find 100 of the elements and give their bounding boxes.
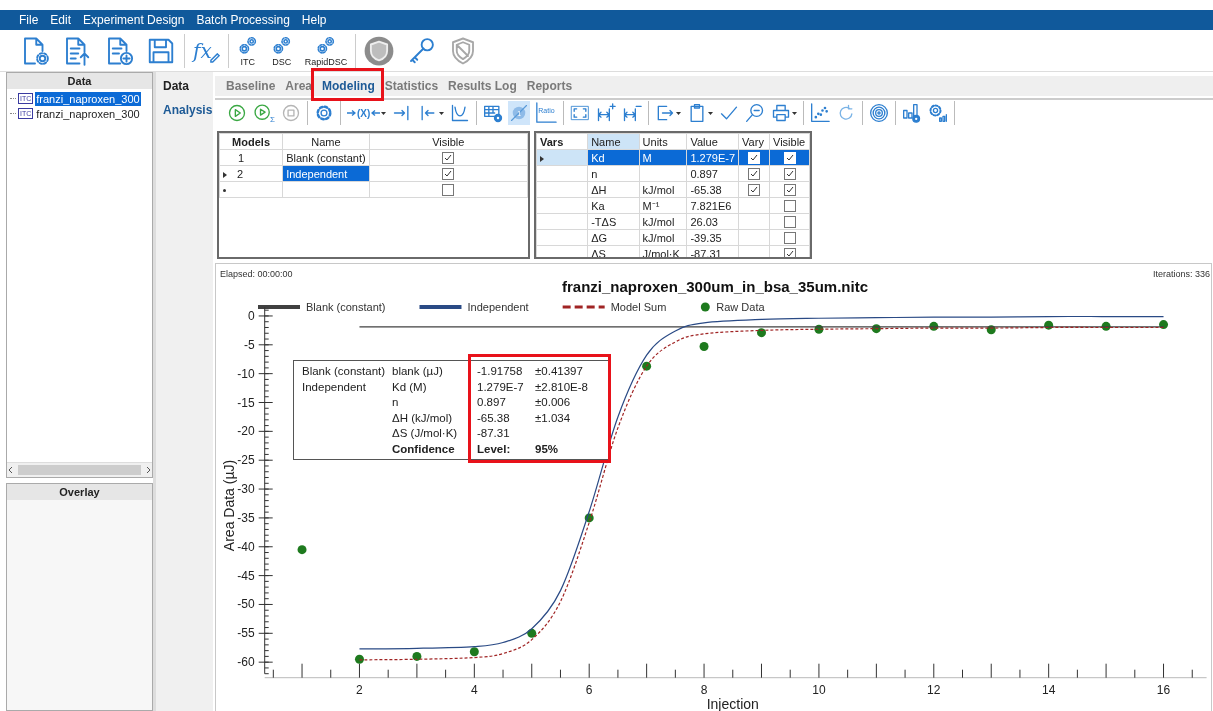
checkbox[interactable] — [442, 168, 455, 181]
menu-item[interactable]: Batch Processing — [190, 10, 296, 30]
table-cell: ΔG — [587, 229, 640, 246]
toolbar-button[interactable]: fx — [193, 38, 220, 63]
horizontal-scrollbar[interactable] — [7, 462, 152, 477]
checkbox[interactable] — [442, 152, 455, 165]
column-header[interactable]: Name — [282, 133, 370, 150]
table-eye-icon — [483, 103, 504, 123]
target-icon — [869, 103, 890, 123]
play-icon — [253, 103, 273, 123]
checkbox[interactable] — [442, 184, 455, 197]
result-text: -1.91758 — [477, 364, 524, 379]
tab[interactable]: Statistics — [379, 76, 444, 96]
table-cell[interactable]: Blank (constant) — [282, 149, 370, 166]
curve-chart-icon — [450, 103, 471, 123]
toolbar-button[interactable]: RapidDSC — [304, 34, 348, 67]
scroll-left-icon[interactable] — [7, 466, 15, 474]
checkbox[interactable] — [748, 168, 761, 181]
iteration-count: Iterations: 336 — [1152, 269, 1210, 279]
tree-item[interactable]: franzi_naproxen_300 — [35, 106, 141, 121]
column-header[interactable]: Models — [219, 133, 283, 150]
legend-label: Model Sum — [610, 301, 667, 313]
checkbox[interactable] — [783, 200, 796, 213]
chart-title: franzi_naproxen_300um_in_bsa_35um.nitc — [562, 278, 868, 295]
tab[interactable]: Results Log — [443, 76, 522, 96]
gear-bars-icon — [928, 103, 949, 123]
menu-item[interactable]: Experiment Design — [77, 10, 191, 30]
x-axis-label: Injection — [706, 696, 759, 711]
axis-tick-label: -25 — [237, 453, 255, 468]
result-text: ΔH (kJ/mol) — [392, 410, 454, 426]
axes-icon — [535, 102, 558, 124]
column-header[interactable]: Visible — [769, 133, 810, 150]
tab[interactable]: Modeling — [317, 76, 380, 96]
toolbar-button[interactable]: ITC — [236, 34, 259, 67]
legend-label: Independent — [467, 301, 529, 313]
menu-item[interactable]: Edit — [44, 10, 78, 30]
checkbox[interactable] — [783, 168, 796, 181]
axis-tick-label: -40 — [237, 539, 255, 554]
tab[interactable]: Baseline — [221, 76, 281, 96]
row-header[interactable]: 1 — [219, 149, 283, 166]
tree-item[interactable]: franzi_naproxen_300 — [35, 91, 141, 106]
column-header[interactable]: Vary — [738, 133, 770, 150]
result-text: 1.279E-7 — [477, 379, 525, 395]
pencil-icon — [209, 52, 220, 63]
column-header[interactable]: Value — [686, 133, 739, 150]
nav-item[interactable]: Data — [156, 78, 213, 94]
table-cell: -TΔS — [587, 213, 640, 230]
checkbox[interactable] — [783, 232, 796, 245]
table-cell[interactable] — [282, 181, 370, 198]
checkbox[interactable] — [783, 184, 796, 197]
table-cell: ΔH — [587, 181, 640, 198]
play-icon — [227, 103, 247, 123]
fit-screen-icon — [570, 103, 591, 123]
table-cell: 0.897 — [686, 165, 739, 182]
tab[interactable]: Area — [280, 76, 318, 96]
axis-tick-label: -45 — [237, 568, 255, 583]
column-header[interactable]: Name — [587, 133, 640, 150]
toolbar-button[interactable] — [868, 101, 891, 125]
result-text: 95% — [535, 441, 560, 457]
width-plus-icon — [596, 103, 617, 123]
menu-item[interactable]: Help — [295, 10, 333, 30]
toolbar-button[interactable] — [809, 101, 832, 125]
axis-tick-label: -50 — [237, 597, 255, 612]
result-text: ±1.034 — [535, 410, 572, 426]
result-text: -65.38 — [477, 410, 511, 426]
column-header[interactable]: Vars — [536, 133, 588, 150]
arrow-left-icon — [371, 109, 381, 117]
column-header[interactable]: Visible — [369, 133, 528, 150]
column-header[interactable]: Units — [639, 133, 687, 150]
result-text: Blank (constant) — [302, 364, 387, 379]
result-text: ±2.810E-8 — [535, 379, 589, 395]
table-cell: 26.03 — [686, 213, 739, 230]
toolbar-button[interactable]: DSC — [270, 34, 293, 67]
scroll-right-icon[interactable] — [144, 466, 152, 474]
print-icon — [771, 103, 792, 123]
result-text: Kd (M) — [392, 379, 428, 395]
axis-tick-label: 0 — [248, 308, 255, 323]
result-text: Confidence — [392, 441, 456, 457]
nav-item[interactable]: Analysis — [156, 102, 213, 118]
row-number: 1 — [238, 151, 245, 164]
menu-item[interactable]: File — [13, 10, 45, 30]
checkbox[interactable] — [748, 184, 761, 197]
axis-tick-label: 6 — [585, 682, 593, 697]
checkbox[interactable] — [783, 248, 796, 257]
row-header[interactable]: 2 — [219, 165, 283, 182]
toolbar-button[interactable] — [364, 35, 395, 66]
axis-tick-label: -30 — [237, 482, 255, 497]
axis-tick-label: 8 — [700, 682, 708, 697]
toolbar-button[interactable]: Σ — [252, 101, 276, 125]
axis-tick-label: -20 — [237, 424, 255, 439]
result-text: ±0.41397 — [535, 364, 584, 379]
checkbox[interactable] — [783, 216, 796, 229]
new-row-icon — [223, 189, 226, 193]
axis-tick-label: 2 — [356, 682, 363, 697]
width-minus-icon — [622, 103, 643, 123]
toolbar-button[interactable]: (X) — [345, 101, 388, 125]
row-number: 2 — [237, 167, 244, 180]
tab[interactable]: Reports — [521, 76, 578, 96]
axis-tick-label: 10 — [812, 682, 826, 697]
circle-slash-icon — [509, 103, 530, 123]
